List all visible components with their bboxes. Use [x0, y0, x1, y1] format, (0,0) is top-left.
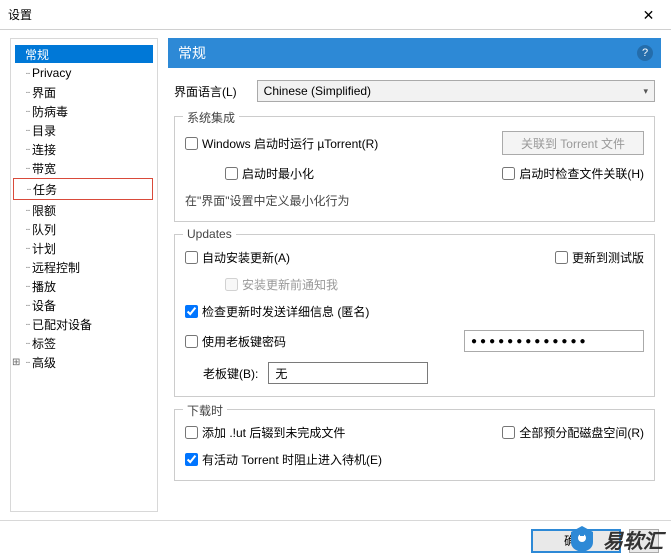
anon-info-checkbox[interactable]: 检查更新时发送详细信息 (匿名) — [185, 303, 369, 320]
tree-item-playback[interactable]: ···播放 — [15, 277, 153, 295]
boss-password-field[interactable]: ●●●●●●●●●●●●● — [464, 330, 644, 352]
logo-icon — [567, 524, 597, 554]
tree-item-general[interactable]: 常规 — [15, 45, 153, 63]
system-integration-group: 系统集成 Windows 启动时运行 µTorrent(R) 关联到 Torre… — [174, 116, 655, 222]
boss-key-label: 老板键(B): — [203, 365, 258, 382]
tree-item-schedule[interactable]: ···计划 — [15, 239, 153, 257]
tree-item-advanced[interactable]: ⊞···高级 — [15, 353, 153, 371]
tree-item-paired[interactable]: ···已配对设备 — [15, 315, 153, 333]
download-group: 下载时 添加 .!ut 后辍到未完成文件 全部预分配磁盘空间(R) 有活动 To… — [174, 409, 655, 481]
panel-header: 常规 ? — [168, 38, 661, 68]
start-with-windows-checkbox[interactable]: Windows 启动时运行 µTorrent(R) — [185, 135, 378, 152]
check-assoc-checkbox[interactable]: 启动时检查文件关联(H) — [502, 165, 644, 182]
tree-item-queue[interactable]: ···队列 — [15, 220, 153, 238]
tree-item-bandwidth[interactable]: ···带宽 — [15, 159, 153, 177]
panel-title: 常规 — [178, 43, 206, 63]
minimize-on-start-checkbox[interactable]: 启动时最小化 — [225, 165, 314, 182]
beta-updates-checkbox[interactable]: 更新到测试版 — [555, 249, 644, 266]
chevron-down-icon: ▾ — [643, 86, 648, 97]
expand-icon[interactable]: ⊞ — [12, 357, 20, 368]
language-select[interactable]: Chinese (Simplified) ▾ — [257, 80, 655, 102]
associate-torrent-button[interactable]: 关联到 Torrent 文件 — [502, 131, 644, 155]
tree-item-devices[interactable]: ···设备 — [15, 296, 153, 314]
boss-key-field[interactable]: 无 — [268, 362, 428, 384]
tree-item-labels[interactable]: ···标签 — [15, 334, 153, 352]
tree-item-ui[interactable]: ···界面 — [15, 83, 153, 101]
window-titlebar: 设置 ✕ — [0, 0, 671, 30]
boss-key-password-checkbox[interactable]: 使用老板键密码 — [185, 333, 286, 350]
tree-item-remote[interactable]: ···远程控制 — [15, 258, 153, 276]
auto-install-checkbox[interactable]: 自动安装更新(A) — [185, 249, 290, 266]
help-icon[interactable]: ? — [637, 45, 653, 61]
settings-tree: 常规 ···Privacy ···界面 ···防病毒 ···目录 ···连接 ·… — [10, 38, 158, 512]
language-label: 界面语言(L) — [174, 83, 237, 100]
tree-item-tasks[interactable]: ···任务 — [13, 178, 153, 200]
window-title: 设置 — [8, 6, 32, 23]
prevent-standby-checkbox[interactable]: 有活动 Torrent 时阻止进入待机(E) — [185, 451, 382, 468]
tree-item-directories[interactable]: ···目录 — [15, 121, 153, 139]
watermark: 易软汇 — [567, 524, 663, 554]
close-icon[interactable]: ✕ — [626, 0, 671, 30]
tree-item-antivirus[interactable]: ···防病毒 — [15, 102, 153, 120]
ut-extension-checkbox[interactable]: 添加 .!ut 后辍到未完成文件 — [185, 424, 345, 441]
preallocate-checkbox[interactable]: 全部预分配磁盘空间(R) — [502, 424, 644, 441]
notify-before-install-checkbox: 安装更新前通知我 — [225, 276, 338, 293]
tree-item-quota[interactable]: ···限额 — [15, 201, 153, 219]
minimize-note: 在"界面"设置中定义最小化行为 — [185, 192, 350, 209]
tree-item-privacy[interactable]: ···Privacy — [15, 64, 153, 82]
tree-item-connection[interactable]: ···连接 — [15, 140, 153, 158]
updates-group: Updates 自动安装更新(A) 更新到测试版 安装更新前通知我 — [174, 234, 655, 397]
